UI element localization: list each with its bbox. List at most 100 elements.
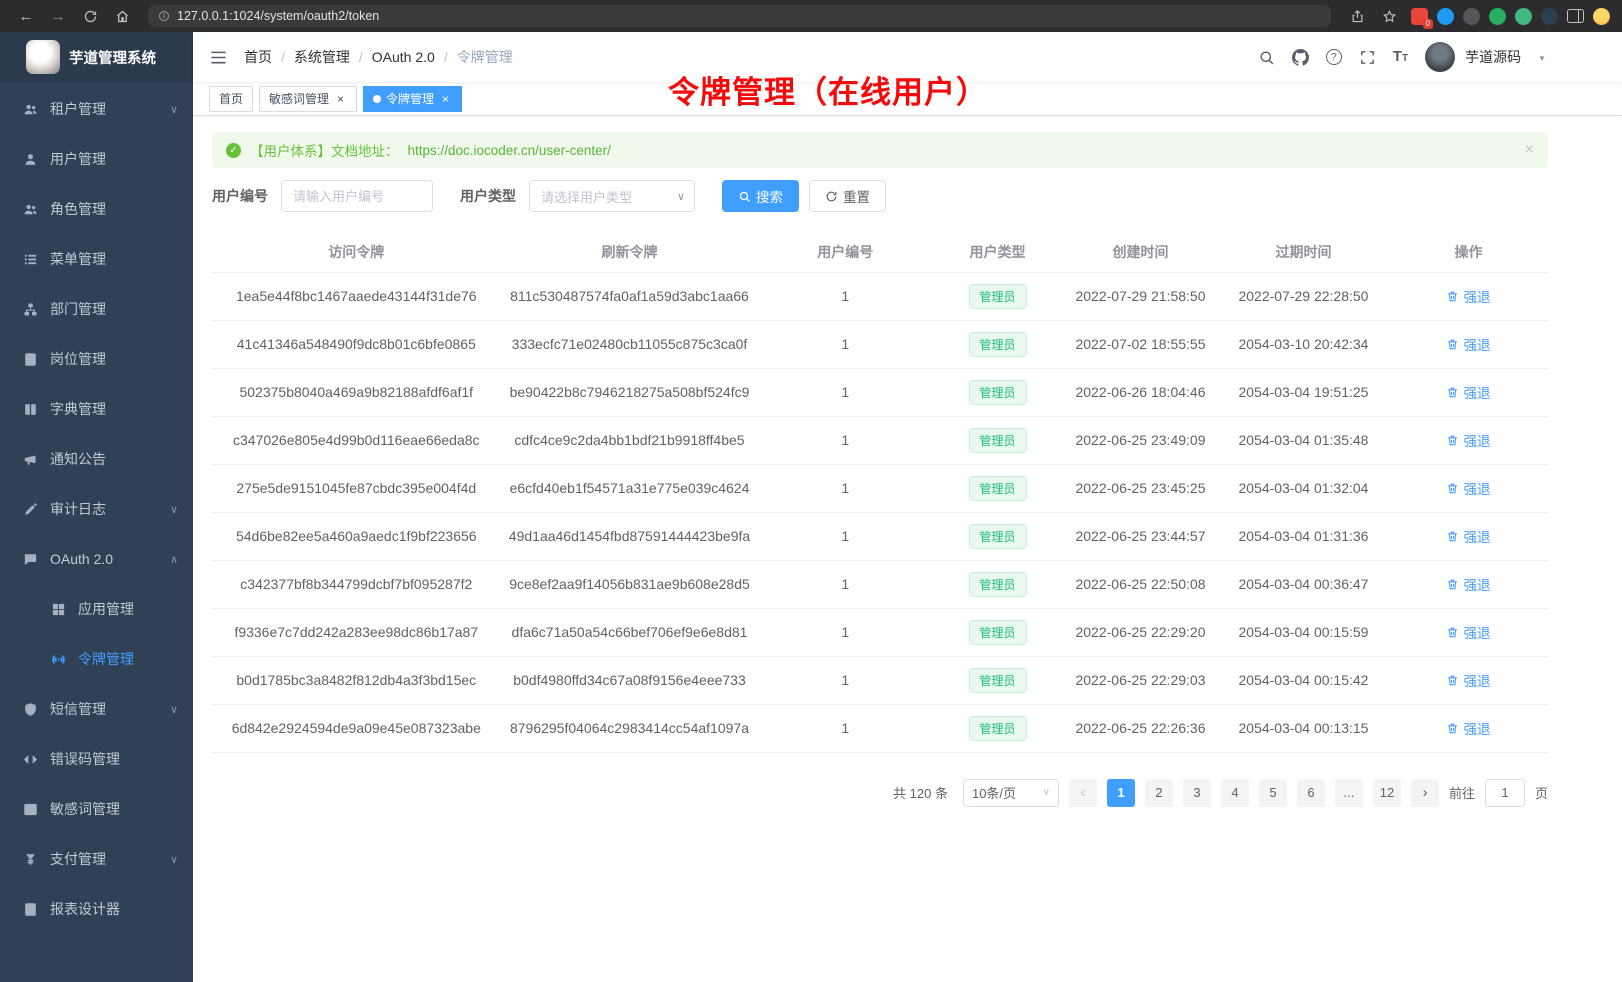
search-button[interactable]: 搜索 — [722, 180, 799, 212]
expire-time-cell: 2054-03-04 01:31:36 — [1218, 512, 1389, 560]
tab-home[interactable]: 首页 — [209, 86, 253, 112]
pager-page-5[interactable]: 5 — [1259, 779, 1287, 807]
navbar: 首页 系统管理 OAuth 2.0 令牌管理 — [193, 32, 1622, 82]
tab-sensitive-word[interactable]: 敏感词管理 — [259, 86, 357, 112]
browser-forward-icon[interactable] — [44, 4, 72, 28]
pager-page-1[interactable]: 1 — [1107, 779, 1135, 807]
pager-next-button[interactable] — [1411, 779, 1439, 807]
force-logout-button[interactable]: 强退 — [1446, 670, 1490, 690]
force-logout-button[interactable]: 强退 — [1446, 718, 1490, 738]
share-icon[interactable] — [1343, 4, 1371, 28]
extension-icon[interactable] — [1541, 8, 1558, 25]
force-logout-button[interactable]: 强退 — [1446, 526, 1490, 546]
site-info-icon[interactable] — [158, 10, 170, 22]
column-header: 用户类型 — [932, 232, 1063, 272]
create-time-cell: 2022-06-26 18:04:46 — [1063, 368, 1218, 416]
tab-token[interactable]: 令牌管理 — [363, 86, 462, 112]
breadcrumb-home[interactable]: 首页 — [244, 47, 272, 67]
browser-reload-icon[interactable] — [76, 4, 104, 28]
sidebar-item-role[interactable]: 角色管理 — [0, 184, 193, 234]
sidebar-toggle-icon[interactable] — [209, 48, 228, 67]
sidebar-item-oauth2-token[interactable]: 令牌管理 — [0, 634, 193, 684]
address-bar[interactable]: 127.0.0.1:1024/system/oauth2/token — [148, 5, 1331, 27]
dept-icon — [21, 300, 39, 318]
doc-link[interactable]: https://doc.iocoder.cn/user-center/ — [408, 143, 611, 158]
alert-close-icon[interactable] — [1525, 141, 1534, 159]
user-type-cell: 管理员 — [932, 704, 1063, 752]
font-size-icon[interactable] — [1393, 48, 1408, 66]
sidebar-item-user[interactable]: 用户管理 — [0, 134, 193, 184]
sidebar-item-tenant[interactable]: 租户管理 — [0, 84, 193, 134]
browser-back-icon[interactable] — [12, 4, 40, 28]
github-icon[interactable] — [1292, 49, 1309, 66]
table-row: 6d842e2924594de9a09e45e087323abe 8796295… — [212, 704, 1548, 752]
sidebar-item-report-designer[interactable]: 报表设计器 — [0, 884, 193, 934]
side-panel-icon[interactable] — [1567, 9, 1584, 23]
sidebar-item-sms[interactable]: 短信管理 — [0, 684, 193, 734]
extension-icon[interactable] — [1489, 8, 1506, 25]
pager-page-3[interactable]: 3 — [1183, 779, 1211, 807]
trash-icon — [1446, 674, 1459, 687]
pager-page-2[interactable]: 2 — [1145, 779, 1173, 807]
sidebar-item-dept[interactable]: 部门管理 — [0, 284, 193, 334]
force-logout-button[interactable]: 强退 — [1446, 478, 1490, 498]
sidebar-item-oauth2[interactable]: OAuth 2.0 — [0, 534, 193, 584]
sidebar-item-error-code[interactable]: 错误码管理 — [0, 734, 193, 784]
close-icon[interactable] — [439, 92, 452, 106]
username[interactable]: 芋道源码 — [1465, 47, 1521, 67]
user-type-select[interactable]: 请选择用户类型 — [529, 180, 695, 212]
reset-button[interactable]: 重置 — [809, 180, 886, 212]
pager-page-12[interactable]: 12 — [1373, 779, 1401, 807]
post-icon — [21, 350, 39, 368]
chevron-down-icon[interactable] — [1538, 48, 1546, 66]
goto-page-input[interactable] — [1485, 779, 1525, 807]
pager-page-4[interactable]: 4 — [1221, 779, 1249, 807]
trash-icon — [1446, 290, 1459, 303]
access-token-cell: 41c41346a548490f9dc8b01c6bfe0865 — [212, 320, 501, 368]
extension-icon[interactable]: 0 — [1411, 8, 1428, 25]
force-logout-button[interactable]: 强退 — [1446, 286, 1490, 306]
breadcrumb-oauth2[interactable]: OAuth 2.0 — [372, 49, 435, 65]
help-icon[interactable] — [1326, 49, 1342, 65]
user-id-input[interactable] — [281, 180, 433, 212]
sidebar-item-post[interactable]: 岗位管理 — [0, 334, 193, 384]
user-avatar[interactable] — [1425, 42, 1455, 72]
extension-icon[interactable] — [1515, 8, 1532, 25]
pager-page-6[interactable]: 6 — [1297, 779, 1325, 807]
bookmark-star-icon[interactable] — [1375, 4, 1403, 28]
browser-home-icon[interactable] — [108, 4, 136, 28]
sidebar-item-notice[interactable]: 通知公告 — [0, 434, 193, 484]
force-logout-button[interactable]: 强退 — [1446, 334, 1490, 354]
force-logout-button[interactable]: 强退 — [1446, 430, 1490, 450]
user-id-cell: 1 — [758, 464, 932, 512]
close-icon[interactable] — [334, 92, 347, 106]
expire-time-cell: 2054-03-04 01:35:48 — [1218, 416, 1389, 464]
column-header: 刷新令牌 — [501, 232, 759, 272]
fullscreen-icon[interactable] — [1359, 49, 1376, 66]
pager-prev-button[interactable] — [1069, 779, 1097, 807]
sidebar-item-dict[interactable]: 字典管理 — [0, 384, 193, 434]
extension-icon[interactable] — [1463, 8, 1480, 25]
table-row: 54d6be82ee5a460a9aedc1f9bf223656 49d1aa4… — [212, 512, 1548, 560]
user-type-cell: 管理员 — [932, 416, 1063, 464]
sidebar-item-menu[interactable]: 菜单管理 — [0, 234, 193, 284]
force-logout-button[interactable]: 强退 — [1446, 622, 1490, 642]
sidebar-item-audit-log[interactable]: 审计日志 — [0, 484, 193, 534]
app-logo[interactable]: 芋道管理系统 — [0, 32, 193, 82]
sidebar-item-sensitive-word[interactable]: 敏感词管理 — [0, 784, 193, 834]
column-header: 过期时间 — [1218, 232, 1389, 272]
access-token-cell: f9336e7c7dd242a283ee98dc86b17a87 — [212, 608, 501, 656]
pager-ellipsis[interactable]: ... — [1335, 779, 1363, 807]
force-logout-button[interactable]: 强退 — [1446, 382, 1490, 402]
browser-profile-avatar[interactable] — [1593, 8, 1610, 25]
breadcrumb-system[interactable]: 系统管理 — [294, 47, 350, 67]
sidebar-item-oauth2-app[interactable]: 应用管理 — [0, 584, 193, 634]
page-size-select[interactable]: 10条/页 — [963, 779, 1059, 807]
sidebar-item-pay[interactable]: 支付管理 — [0, 834, 193, 884]
create-time-cell: 2022-06-25 23:45:25 — [1063, 464, 1218, 512]
user-icon — [21, 150, 39, 168]
search-icon[interactable] — [1258, 49, 1275, 66]
extension-icon[interactable] — [1437, 8, 1454, 25]
force-logout-button[interactable]: 强退 — [1446, 574, 1490, 594]
goto-unit: 页 — [1535, 783, 1548, 802]
